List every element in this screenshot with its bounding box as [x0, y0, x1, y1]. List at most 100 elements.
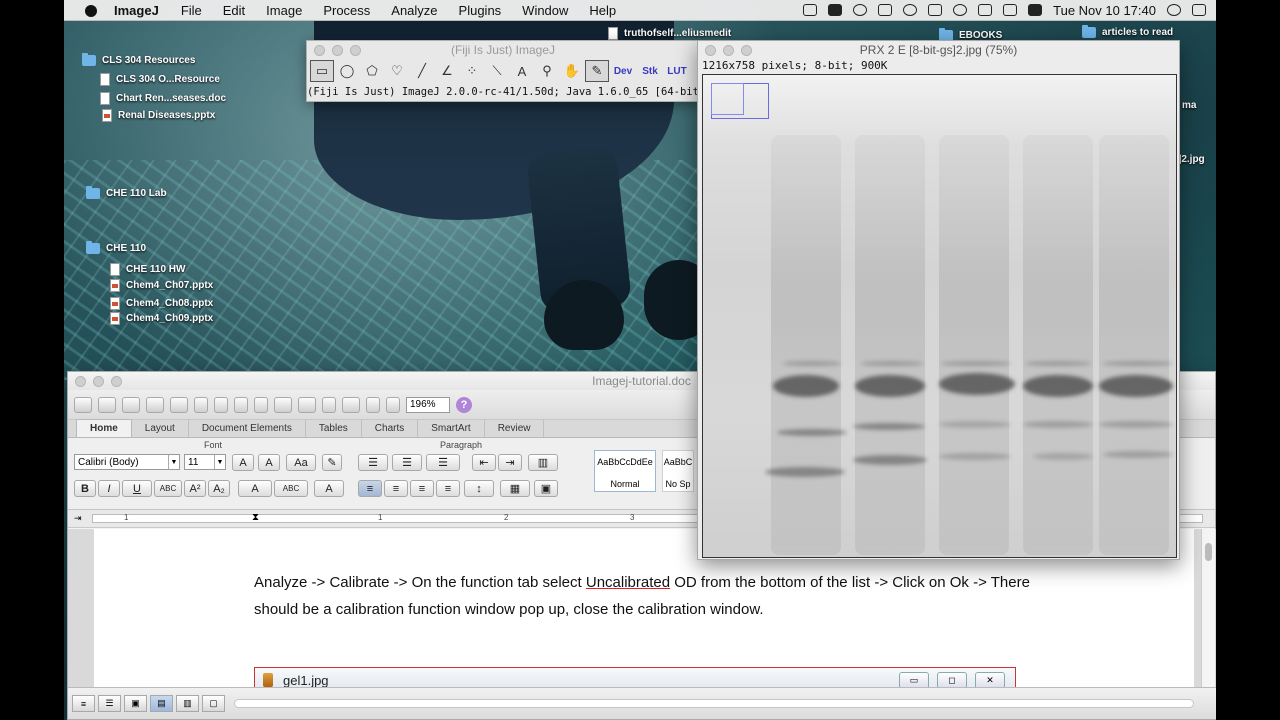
desktop-doc-chart[interactable]: Chart Ren...seases.doc — [100, 92, 226, 105]
draft-view-button[interactable]: ≡ — [72, 695, 95, 712]
horizontal-scrollbar[interactable] — [234, 699, 1194, 708]
align-center-button[interactable]: ≡ — [384, 480, 408, 497]
multilevel-list-button[interactable]: ☰ — [426, 454, 460, 471]
change-case-button[interactable]: Aa — [286, 454, 316, 471]
text-effects-button[interactable]: A — [314, 480, 344, 497]
tab-home[interactable]: Home — [76, 419, 132, 437]
notebook-view-button[interactable]: ▥ — [176, 695, 199, 712]
desktop-doc-cls304[interactable]: CLS 304 O...Resource — [100, 73, 220, 86]
lut-menu-button[interactable]: LUT — [664, 60, 690, 82]
imagej-titlebar[interactable]: (Fiji Is Just) ImageJ — [307, 41, 699, 59]
menu-window[interactable]: Window — [522, 3, 568, 18]
strikethrough-button[interactable]: ABC — [154, 480, 182, 497]
menu-process[interactable]: Process — [323, 3, 370, 18]
close-window-button[interactable] — [75, 376, 86, 387]
align-right-button[interactable]: ≡ — [410, 480, 434, 497]
highlight-button[interactable]: ABC — [274, 480, 308, 497]
cut-icon[interactable] — [194, 396, 208, 413]
decrease-indent-button[interactable]: ⇤ — [472, 454, 496, 471]
new-document-icon[interactable] — [74, 396, 92, 413]
desktop-folder-che110lab[interactable]: CHE 110 Lab — [86, 186, 167, 199]
menu-analyze[interactable]: Analyze — [391, 3, 437, 18]
point-tool-icon[interactable]: ⁘ — [460, 60, 484, 82]
columns-button[interactable]: ▥ — [528, 454, 558, 471]
apple-icon[interactable] — [82, 3, 100, 17]
sidebar-icon[interactable] — [342, 396, 360, 413]
rectangle-tool-icon[interactable]: ▭ — [310, 60, 334, 82]
font-size-select[interactable]: 11 ▼ — [184, 454, 226, 470]
airplay-icon[interactable] — [928, 4, 943, 16]
menu-app-name[interactable]: ImageJ — [114, 3, 159, 18]
dev-menu-button[interactable]: Dev — [610, 60, 636, 82]
tab-review[interactable]: Review — [485, 419, 545, 437]
justify-button[interactable]: ≡ — [436, 480, 460, 497]
superscript-button[interactable]: A² — [184, 480, 206, 497]
outline-view-button[interactable]: ☰ — [98, 695, 121, 712]
oval-tool-icon[interactable]: ◯ — [335, 60, 359, 82]
wand-tool-icon[interactable]: ⟍ — [485, 60, 509, 82]
desktop-folder-articles[interactable]: articles to read — [1082, 25, 1173, 38]
battery-icon[interactable] — [1028, 4, 1043, 16]
zoom-window-button[interactable] — [111, 376, 122, 387]
copy-icon[interactable] — [214, 396, 228, 413]
font-name-select[interactable]: Calibri (Body) ▼ — [74, 454, 180, 470]
increase-indent-button[interactable]: ⇥ — [498, 454, 522, 471]
bullets-button[interactable]: ☰ — [358, 454, 388, 471]
search-icon[interactable] — [1167, 4, 1181, 16]
align-left-button[interactable]: ≡ — [358, 480, 382, 497]
subscript-button[interactable]: A₂ — [208, 480, 230, 497]
volume-icon[interactable] — [1003, 4, 1018, 16]
undo-icon[interactable] — [274, 396, 292, 413]
focus-view-button[interactable]: ▢ — [202, 695, 225, 712]
italic-button[interactable]: I — [98, 480, 120, 497]
help-icon[interactable]: ? — [456, 396, 472, 413]
tab-stop-icon[interactable]: ⇥ — [74, 513, 82, 524]
desktop-pptx-ch08[interactable]: Chem4_Ch08.pptx — [110, 297, 213, 310]
minimize-window-button[interactable] — [93, 376, 104, 387]
toolbox-icon[interactable] — [386, 396, 400, 413]
wifi-icon[interactable] — [978, 4, 993, 16]
menu-edit[interactable]: Edit — [223, 3, 245, 18]
magnifier-tool-icon[interactable]: ⚲ — [535, 60, 559, 82]
desktop-partial-label[interactable]: ma — [1182, 100, 1196, 111]
angle-tool-icon[interactable]: ∠ — [435, 60, 459, 82]
print-layout-button[interactable]: ▤ — [150, 695, 173, 712]
zoom-select[interactable]: 196% — [406, 396, 450, 413]
borders-button[interactable]: ▣ — [534, 480, 558, 497]
spellcheck-word[interactable]: Uncalibrated — [586, 574, 670, 591]
scroll-thumb[interactable] — [1205, 543, 1212, 561]
tab-document-elements[interactable]: Document Elements — [189, 419, 306, 437]
format-painter-icon[interactable] — [254, 396, 268, 413]
close-window-button[interactable] — [314, 45, 325, 56]
image-titlebar[interactable]: PRX 2 E [8-bit-gs]2.jpg (75%) — [698, 41, 1179, 59]
desktop-folder-cls304[interactable]: CLS 304 Resources — [82, 53, 195, 66]
vertical-scrollbar[interactable] — [1201, 529, 1215, 689]
font-color-button[interactable]: A — [238, 480, 272, 497]
open-icon[interactable] — [122, 396, 140, 413]
desktop-pptx-ch07[interactable]: Chem4_Ch07.pptx — [110, 279, 213, 292]
desktop-pptx-ch09[interactable]: Chem4_Ch09.pptx — [110, 312, 213, 325]
menu-plugins[interactable]: Plugins — [459, 3, 502, 18]
style-normal[interactable]: AaBbCcDdEe Normal — [594, 450, 656, 492]
shrink-font-button[interactable]: A — [258, 454, 280, 471]
gallery-icon[interactable] — [366, 396, 380, 413]
paste-icon[interactable] — [234, 396, 248, 413]
indent-marker-icon[interactable]: ⧗ — [252, 512, 259, 523]
shading-button[interactable]: ▦ — [500, 480, 530, 497]
zoom-window-button[interactable] — [350, 45, 361, 56]
menu-image[interactable]: Image — [266, 3, 302, 18]
style-no-spacing[interactable]: AaBbC No Sp — [662, 450, 694, 492]
drive-icon[interactable] — [878, 4, 893, 16]
line-spacing-button[interactable]: ↕ — [464, 480, 494, 497]
timemachine-icon[interactable] — [953, 4, 968, 16]
menu-file[interactable]: File — [181, 3, 202, 18]
text-tool-icon[interactable]: A — [510, 60, 534, 82]
desktop-doc-che110hw[interactable]: CHE 110 HW — [110, 263, 185, 276]
polygon-tool-icon[interactable]: ⬠ — [360, 60, 384, 82]
tab-layout[interactable]: Layout — [132, 419, 189, 437]
dropbox-icon[interactable] — [803, 4, 818, 16]
minimize-window-button[interactable] — [332, 45, 343, 56]
clear-format-button[interactable]: ✎ — [322, 454, 342, 471]
bold-button[interactable]: B — [74, 480, 96, 497]
tab-tables[interactable]: Tables — [306, 419, 362, 437]
